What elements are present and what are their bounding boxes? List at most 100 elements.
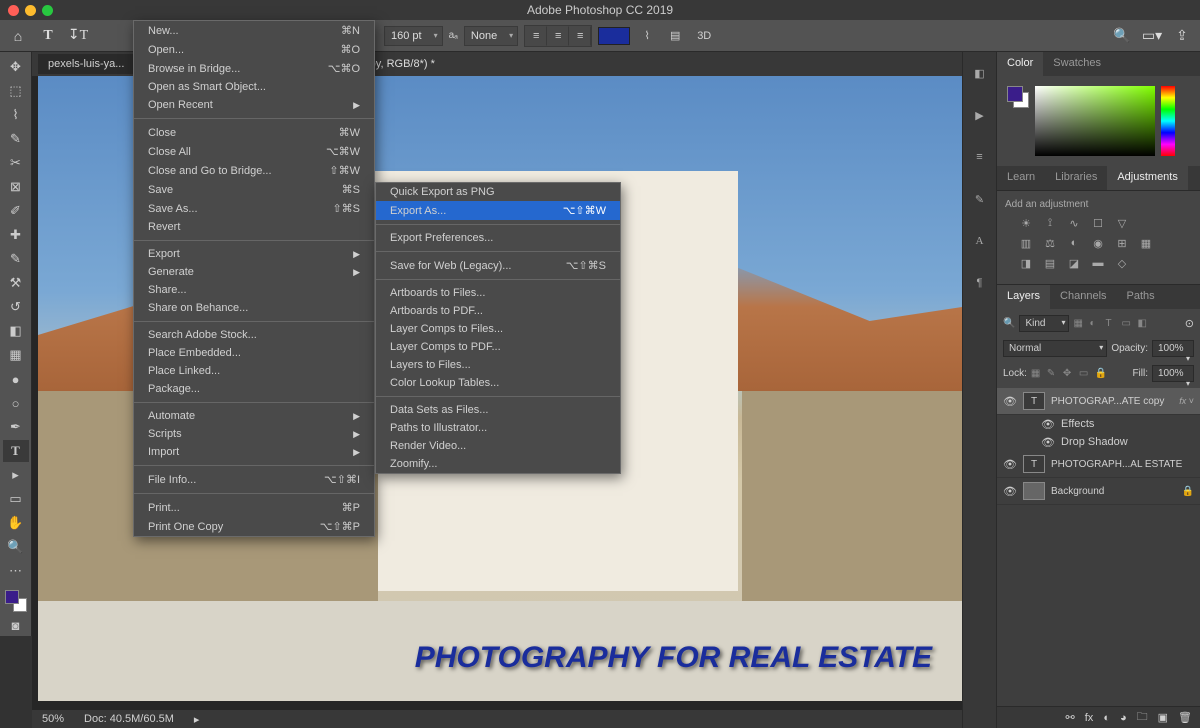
eyedropper-tool-icon[interactable]: ✐: [3, 200, 29, 222]
balance-icon[interactable]: ⚖: [1043, 236, 1057, 250]
hand-tool-icon[interactable]: ✋: [3, 512, 29, 534]
three-d-icon[interactable]: 3D: [692, 26, 716, 46]
menu-item[interactable]: Color Lookup Tables...: [376, 374, 620, 392]
layer-effect[interactable]: 👁Drop Shadow: [997, 433, 1200, 451]
status-arrow-icon[interactable]: ▸: [194, 713, 200, 726]
fill-field[interactable]: 100%: [1152, 365, 1194, 382]
menu-item[interactable]: Close⌘W: [134, 123, 374, 142]
type-tool-icon[interactable]: T: [3, 440, 29, 462]
actions-panel-icon[interactable]: ▶: [971, 106, 989, 124]
menu-item[interactable]: Open Recent▶: [134, 96, 374, 114]
move-tool-icon[interactable]: ✥: [3, 56, 29, 78]
menu-item[interactable]: Import▶: [134, 443, 374, 461]
tab-paths[interactable]: Paths: [1117, 285, 1165, 309]
filter-smart-icon[interactable]: ◧: [1137, 318, 1149, 330]
paragraph-panel-icon[interactable]: ¶: [971, 274, 989, 292]
color-field[interactable]: [1035, 86, 1155, 156]
menu-item[interactable]: Print...⌘P: [134, 498, 374, 517]
new-layer-icon[interactable]: ▣: [1158, 711, 1168, 724]
menu-item[interactable]: Browse in Bridge...⌥⌘O: [134, 59, 374, 78]
menu-item[interactable]: New...⌘N: [134, 21, 374, 40]
menu-item[interactable]: Close and Go to Bridge...⇧⌘W: [134, 161, 374, 180]
frame-tool-icon[interactable]: ⊠: [3, 176, 29, 198]
align-center-icon[interactable]: ≡: [547, 26, 569, 46]
quick-mask-icon[interactable]: ◙: [3, 614, 29, 636]
visibility-icon[interactable]: 👁: [1003, 458, 1017, 471]
hue-strip[interactable]: [1161, 86, 1175, 156]
search-icon[interactable]: 🔍: [1112, 27, 1132, 45]
brush-tool-icon[interactable]: ✎: [3, 248, 29, 270]
path-select-tool-icon[interactable]: ▸: [3, 464, 29, 486]
menu-item[interactable]: Save As...⇧⌘S: [134, 199, 374, 218]
document-tab[interactable]: pexels-luis-ya...: [38, 54, 134, 74]
fx-badge[interactable]: fx ˅: [1179, 396, 1194, 406]
layer-style-icon[interactable]: fx: [1085, 712, 1094, 724]
filter-shape-icon[interactable]: ▭: [1121, 318, 1133, 330]
visibility-icon[interactable]: 👁: [1003, 485, 1017, 498]
shape-tool-icon[interactable]: ▭: [3, 488, 29, 510]
channel-mixer-icon[interactable]: ⊞: [1115, 236, 1129, 250]
delete-layer-icon[interactable]: 🗑: [1178, 711, 1192, 724]
lock-transparent-icon[interactable]: ▦: [1031, 368, 1043, 380]
layer-item[interactable]: 👁 T PHOTOGRAPH...AL ESTATE: [997, 451, 1200, 478]
tab-channels[interactable]: Channels: [1050, 285, 1116, 309]
zoom-tool-icon[interactable]: 🔍: [3, 536, 29, 558]
properties-panel-icon[interactable]: ≡: [971, 148, 989, 166]
visibility-icon[interactable]: 👁: [1003, 395, 1017, 408]
menu-item[interactable]: Open...⌘O: [134, 40, 374, 59]
threshold-icon[interactable]: ◪: [1067, 256, 1081, 270]
lookup-icon[interactable]: ▦: [1139, 236, 1153, 250]
edit-toolbar-icon[interactable]: ⋯: [3, 560, 29, 582]
close-window-icon[interactable]: [8, 5, 19, 16]
adjustment-layer-icon[interactable]: ◕: [1120, 712, 1127, 724]
exposure-icon[interactable]: ☐: [1091, 216, 1105, 230]
align-left-icon[interactable]: ≡: [525, 26, 547, 46]
tab-layers[interactable]: Layers: [997, 285, 1050, 309]
crop-tool-icon[interactable]: ✂: [3, 152, 29, 174]
healing-tool-icon[interactable]: ✚: [3, 224, 29, 246]
eraser-tool-icon[interactable]: ◧: [3, 320, 29, 342]
filter-type-icon[interactable]: T: [1105, 318, 1117, 330]
vibrance-icon[interactable]: ▽: [1115, 216, 1129, 230]
marquee-tool-icon[interactable]: ⬚: [3, 80, 29, 102]
font-size-field[interactable]: 160 pt: [384, 26, 443, 46]
lock-pixels-icon[interactable]: ✎: [1047, 368, 1059, 380]
menu-item[interactable]: Place Embedded...: [134, 344, 374, 362]
tab-learn[interactable]: Learn: [997, 166, 1045, 190]
foreground-swatch[interactable]: [5, 590, 19, 604]
menu-item[interactable]: Print One Copy⌥⇧⌘P: [134, 517, 374, 536]
selective-color-icon[interactable]: ◇: [1115, 256, 1129, 270]
menu-item[interactable]: File Info...⌥⇧⌘I: [134, 470, 374, 489]
brightness-icon[interactable]: ☀: [1019, 216, 1033, 230]
menu-item[interactable]: Automate▶: [134, 407, 374, 425]
blur-tool-icon[interactable]: ●: [3, 368, 29, 390]
menu-item[interactable]: Save for Web (Legacy)...⌥⇧⌘S: [376, 256, 620, 275]
menu-item[interactable]: Export As...⌥⇧⌘W: [376, 201, 620, 220]
invert-icon[interactable]: ◨: [1019, 256, 1033, 270]
menu-item[interactable]: Revert: [134, 218, 374, 236]
tab-adjustments[interactable]: Adjustments: [1107, 166, 1188, 190]
menu-item[interactable]: Save⌘S: [134, 180, 374, 199]
group-icon[interactable]: 🗀: [1137, 708, 1148, 727]
antialias-field[interactable]: None: [464, 26, 518, 46]
layer-filter-kind[interactable]: Kind: [1019, 315, 1069, 332]
menu-item[interactable]: Layers to Files...: [376, 356, 620, 374]
type-orientation-icon[interactable]: ↧T: [68, 27, 88, 45]
history-brush-tool-icon[interactable]: ↺: [3, 296, 29, 318]
menu-item[interactable]: Share...: [134, 281, 374, 299]
layer-effect[interactable]: 👁Effects: [997, 415, 1200, 433]
character-panel-icon[interactable]: A: [971, 232, 989, 250]
color-swatches[interactable]: [5, 590, 27, 612]
lasso-tool-icon[interactable]: ⌇: [3, 104, 29, 126]
blend-mode-field[interactable]: Normal: [1003, 340, 1107, 357]
tab-libraries[interactable]: Libraries: [1045, 166, 1107, 190]
menu-item[interactable]: Export Preferences...: [376, 229, 620, 247]
layer-mask-icon[interactable]: ◐: [1103, 712, 1110, 724]
lock-all-icon[interactable]: 🔒: [1095, 368, 1107, 380]
maximize-window-icon[interactable]: [42, 5, 53, 16]
canvas-text-layer[interactable]: PHOTOGRAPHY FOR REAL ESTATE: [415, 641, 932, 675]
bw-icon[interactable]: ◐: [1067, 236, 1081, 250]
type-tool-icon[interactable]: T: [38, 27, 58, 45]
character-panel-icon[interactable]: ▤: [664, 26, 686, 46]
text-color-swatch[interactable]: [598, 27, 630, 45]
